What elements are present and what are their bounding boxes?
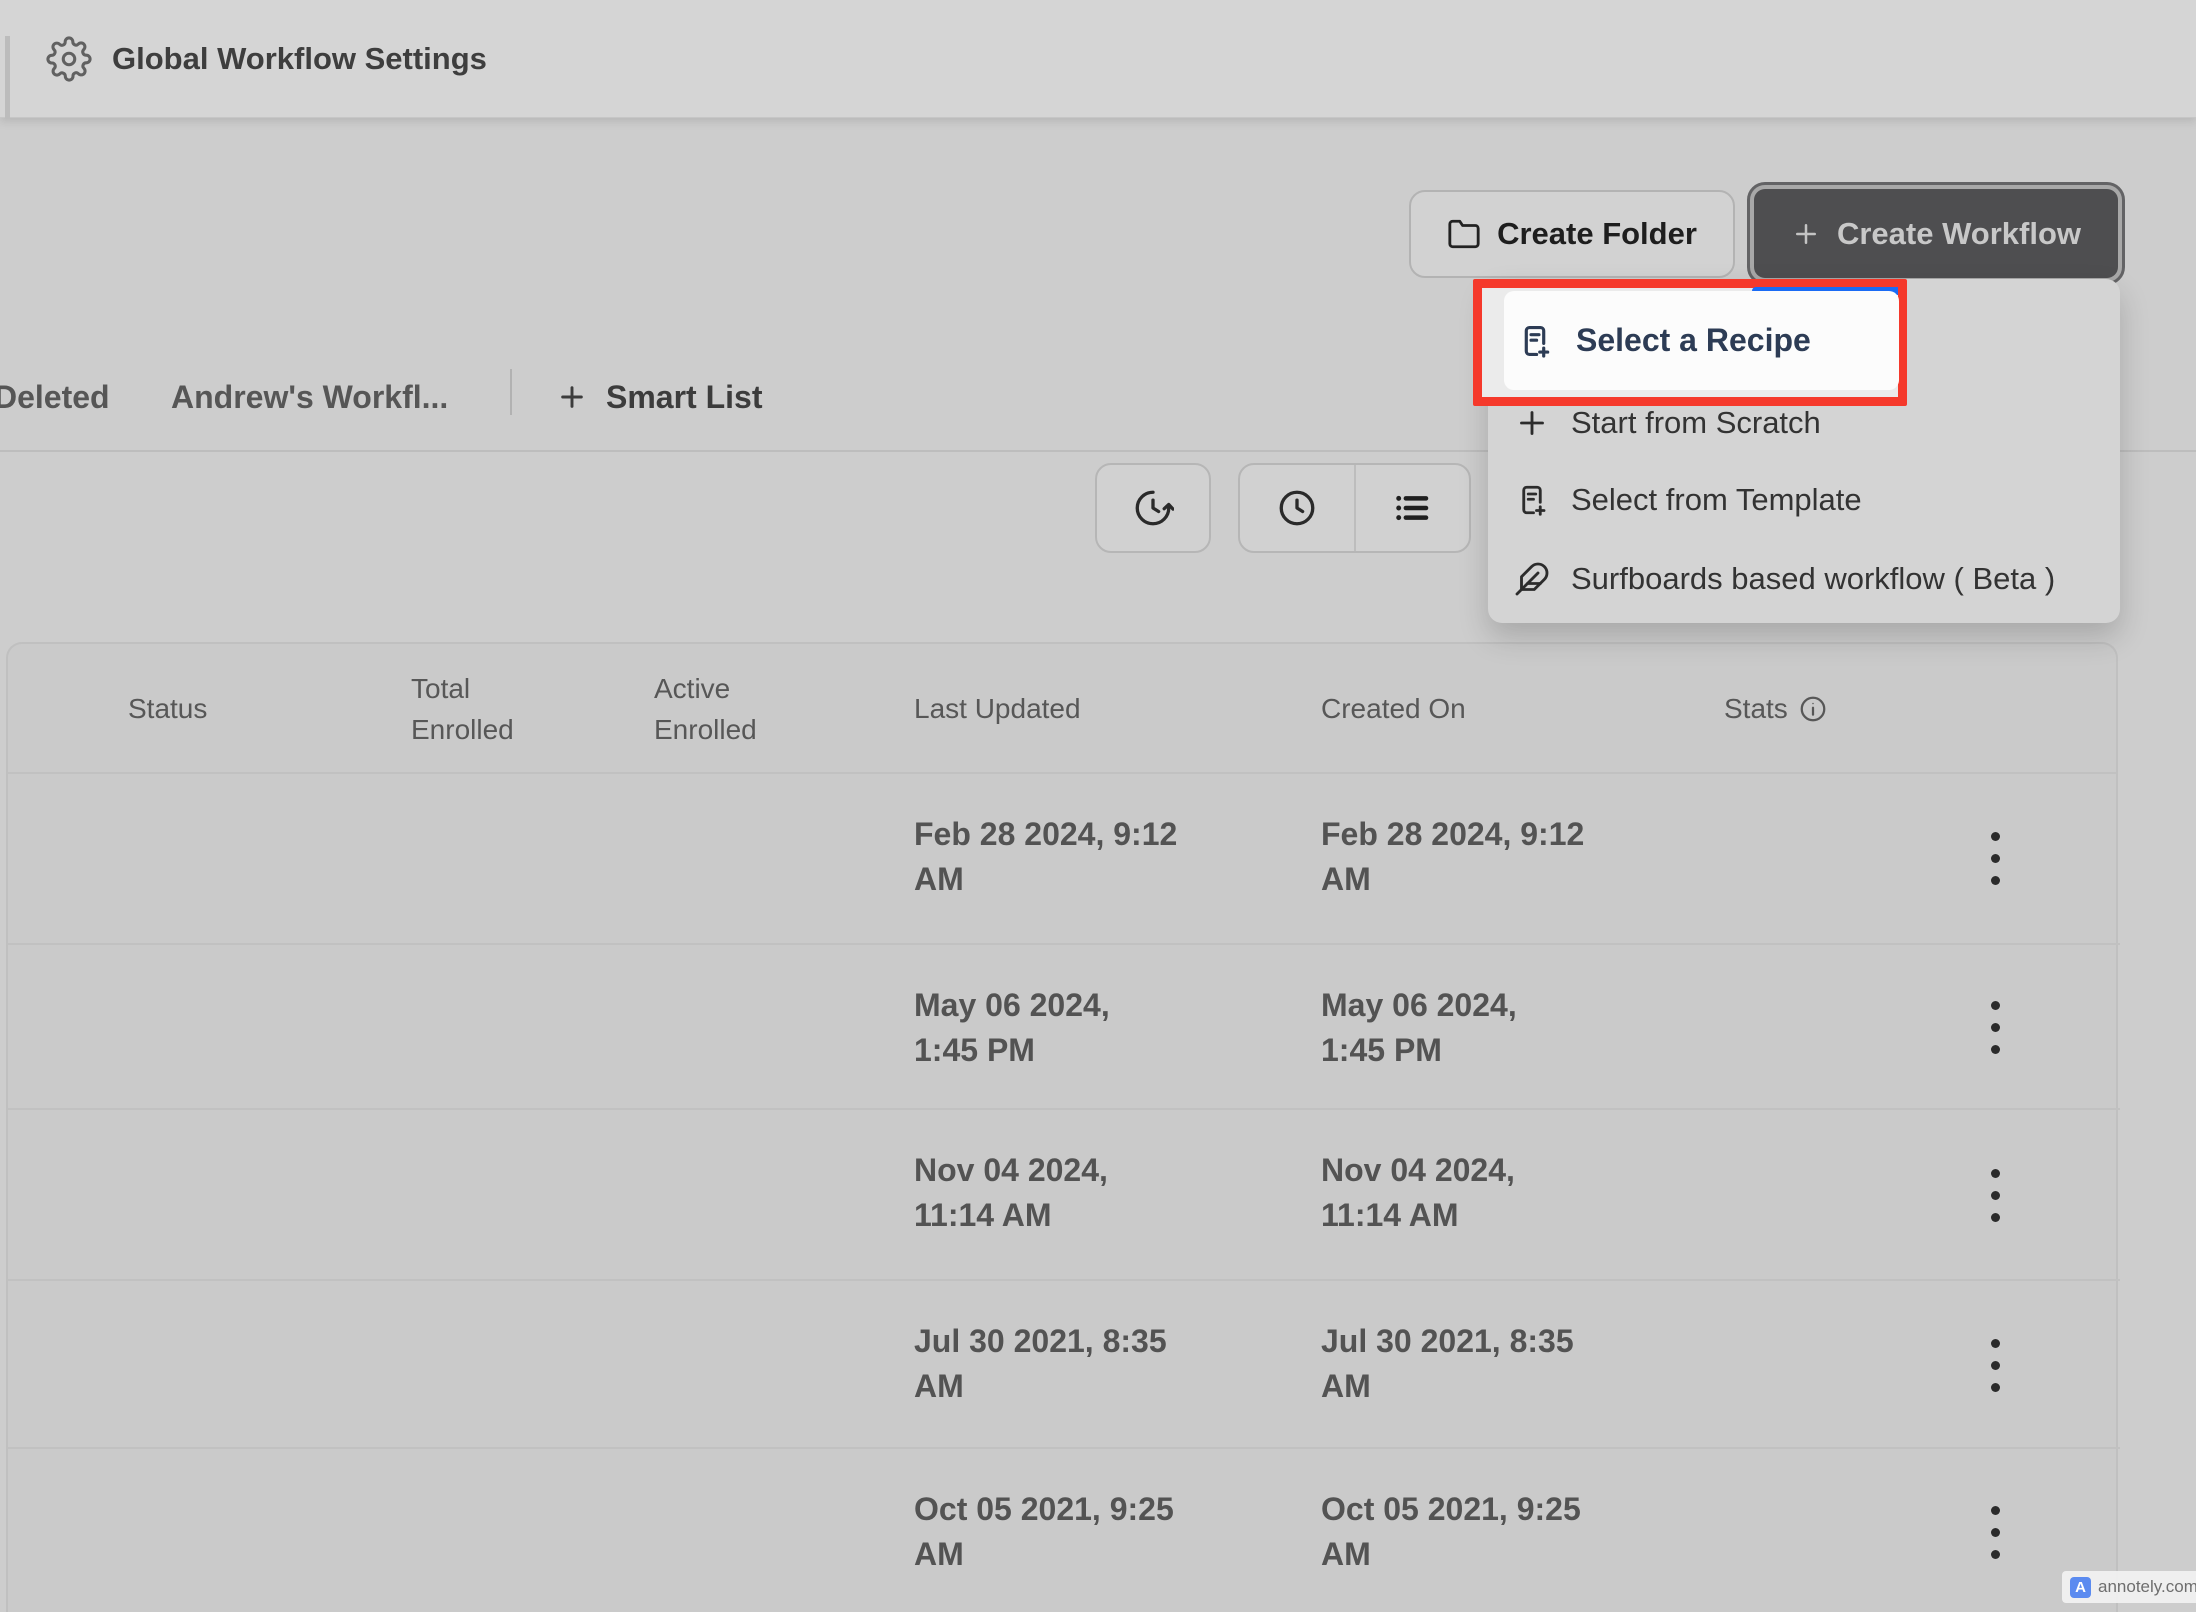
annotely-brand-label: annotely.com (2098, 1577, 2196, 1597)
row-actions-menu[interactable] (1971, 1449, 2019, 1612)
create-folder-label: Create Folder (1497, 216, 1697, 252)
kebab-icon (1991, 832, 2000, 885)
created-on-cell: May 06 2024,1:45 PM (1321, 983, 1741, 1073)
workflows-table: Status Total Enrolled Active Enrolled La… (6, 642, 2118, 1612)
folder-icon (1447, 217, 1481, 251)
menu-item-surfboards-workflow[interactable]: Surfboards based workflow ( Beta ) (1514, 559, 2055, 599)
file-plus-icon (1516, 322, 1554, 360)
menu-item-select-from-template[interactable]: Select from Template (1514, 480, 1862, 520)
column-header-active-enrolled[interactable]: Active Enrolled (654, 668, 757, 750)
kebab-icon (1991, 1339, 2000, 1392)
time-view-button[interactable] (1240, 465, 1354, 551)
table-header-row: Status Total Enrolled Active Enrolled La… (8, 644, 2116, 774)
annotely-logo-icon: A (2070, 1577, 2091, 1598)
last-updated-cell: Jul 30 2021, 8:35AM (914, 1319, 1334, 1409)
list-view-button[interactable] (1354, 465, 1470, 551)
last-updated-cell: Feb 28 2024, 9:12AM (914, 812, 1334, 902)
last-updated-cell: Oct 05 2021, 9:25AM (914, 1487, 1334, 1577)
table-row[interactable]: Feb 28 2024, 9:12AM Feb 28 2024, 9:12AM (8, 774, 2120, 943)
smart-list-label: Smart List (606, 379, 762, 416)
tab-deleted[interactable]: Deleted (0, 364, 110, 430)
table-row[interactable]: Jul 30 2021, 8:35AM Jul 30 2021, 8:35AM (8, 1279, 2120, 1449)
column-header-stats[interactable]: Stats (1724, 688, 1828, 729)
menu-item-select-a-recipe[interactable]: Select a Recipe (1504, 291, 1899, 390)
list-icon (1391, 487, 1433, 529)
row-actions-menu[interactable] (1971, 774, 2019, 943)
annotely-watermark: A annotely.com (2062, 1571, 2196, 1603)
row-actions-menu[interactable] (1971, 1110, 2019, 1281)
workflow-settings-page: Global Workflow Settings Create Folder C… (0, 0, 2196, 1612)
menu-item-label: Start from Scratch (1571, 405, 1821, 441)
column-header-created-on[interactable]: Created On (1321, 688, 1466, 729)
feather-icon (1514, 561, 1550, 597)
view-toggle-group (1238, 463, 1471, 553)
create-folder-button[interactable]: Create Folder (1409, 190, 1735, 278)
table-row[interactable]: Nov 04 2024,11:14 AM Nov 04 2024,11:14 A… (8, 1108, 2120, 1281)
column-header-total-enrolled[interactable]: Total Enrolled (411, 668, 514, 750)
kebab-icon (1991, 1001, 2000, 1054)
created-on-cell: Feb 28 2024, 9:12AM (1321, 812, 1741, 902)
created-on-cell: Nov 04 2024,11:14 AM (1321, 1148, 1741, 1238)
file-plus-icon (1514, 482, 1550, 518)
menu-item-label: Select from Template (1571, 482, 1862, 518)
gear-icon[interactable] (46, 36, 92, 82)
create-workflow-label: Create Workflow (1837, 216, 2081, 252)
history-clock-icon (1132, 487, 1174, 529)
tabs-divider (510, 369, 512, 415)
last-updated-cell: Nov 04 2024,11:14 AM (914, 1148, 1334, 1238)
create-workflow-button[interactable]: Create Workflow (1747, 182, 2125, 285)
column-header-last-updated[interactable]: Last Updated (914, 688, 1081, 729)
plus-icon (1514, 405, 1550, 441)
plus-icon (556, 381, 588, 413)
page-title: Global Workflow Settings (112, 0, 487, 118)
row-actions-menu[interactable] (1971, 1281, 2019, 1449)
created-on-cell: Oct 05 2021, 9:25AM (1321, 1487, 1741, 1577)
column-header-status[interactable]: Status (128, 688, 207, 729)
table-row[interactable]: May 06 2024,1:45 PM May 06 2024,1:45 PM (8, 943, 2120, 1110)
last-updated-cell: May 06 2024,1:45 PM (914, 983, 1334, 1073)
row-actions-menu[interactable] (1971, 945, 2019, 1110)
tab-andrews-workflows[interactable]: Andrew's Workfl... (171, 364, 448, 430)
kebab-icon (1991, 1169, 2000, 1222)
plus-icon (1791, 219, 1821, 249)
menu-item-label: Surfboards based workflow ( Beta ) (1571, 561, 2055, 597)
created-on-cell: Jul 30 2021, 8:35AM (1321, 1319, 1741, 1409)
top-header-bar: Global Workflow Settings (0, 0, 2196, 118)
clock-icon (1276, 487, 1318, 529)
add-smart-list-button[interactable]: Smart List (556, 364, 762, 430)
kebab-icon (1991, 1506, 2000, 1559)
history-button[interactable] (1095, 463, 1211, 553)
header-left-divider (5, 36, 10, 118)
menu-item-label: Select a Recipe (1576, 322, 1811, 359)
table-row[interactable]: Oct 05 2021, 9:25AM Oct 05 2021, 9:25AM (8, 1447, 2120, 1612)
menu-item-start-from-scratch[interactable]: Start from Scratch (1514, 403, 1821, 443)
info-icon[interactable] (1798, 694, 1828, 724)
